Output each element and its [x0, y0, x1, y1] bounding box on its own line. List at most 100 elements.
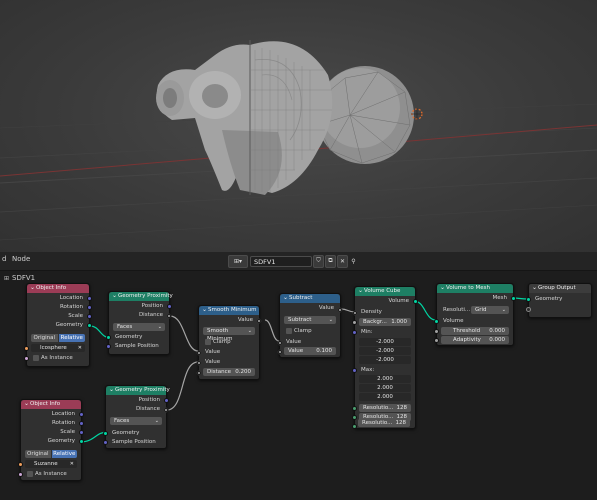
node-title[interactable]: Subtract	[280, 293, 340, 303]
3d-viewport[interactable]	[0, 0, 597, 252]
viewport-scene	[0, 40, 597, 241]
node-title[interactable]: Geometry Proximity	[106, 385, 170, 395]
node-object-info-2[interactable]: Object Info Location Rotation Scale Geom…	[18, 399, 84, 481]
socket-volume-in[interactable]	[434, 319, 439, 324]
value-field[interactable]: Value 0.100	[284, 347, 336, 355]
socket-geometry-in[interactable]	[103, 431, 108, 436]
node-object-info-1[interactable]: Object Info Location Rotation Scale Geom…	[24, 283, 92, 367]
min-y-field[interactable]: -2.000	[359, 347, 411, 355]
socket-location[interactable]	[87, 296, 92, 301]
node-smooth-minimum[interactable]: Smooth Minimum Value Smooth Minimum⌄ Cla…	[196, 305, 262, 380]
socket-rotation[interactable]	[87, 305, 92, 310]
output-volume: Volume	[388, 298, 409, 304]
operation-dropdown[interactable]: Subtract ⌄	[284, 316, 336, 324]
resolution-x-field[interactable]: Resolutio... 128	[359, 404, 411, 412]
socket-resolution-y[interactable]	[352, 415, 357, 420]
clamp-label: Clamp	[294, 328, 312, 334]
socket-min[interactable]	[352, 330, 357, 335]
max-x-field[interactable]: 2.000	[359, 375, 411, 383]
input-value-a: Value	[205, 349, 221, 355]
socket-resolution-x[interactable]	[352, 406, 357, 411]
socket-position[interactable]	[164, 398, 169, 403]
socket-threshold[interactable]	[434, 329, 439, 334]
socket-geometry[interactable]	[87, 323, 92, 328]
socket-as-instance[interactable]	[24, 356, 29, 361]
socket-geometry-in[interactable]	[526, 297, 531, 302]
as-instance-checkbox[interactable]	[27, 471, 33, 477]
distance-field[interactable]: Distance 0.200	[203, 368, 255, 376]
socket-scale[interactable]	[79, 430, 84, 435]
close-icon[interactable]: ✕	[70, 460, 74, 468]
link-distance-1	[169, 315, 199, 352]
background-field[interactable]: Backgr... 1.000	[359, 318, 411, 326]
max-y-field[interactable]: 2.000	[359, 384, 411, 392]
socket-value-a[interactable]	[196, 350, 202, 356]
target-dropdown[interactable]: Faces ⌄	[113, 323, 165, 331]
socket-resolution-z[interactable]	[352, 424, 357, 429]
object-field[interactable]: Icosphere ✕	[31, 344, 85, 352]
socket-value-b[interactable]	[196, 360, 202, 366]
object-field[interactable]: Suzanne ✕	[25, 460, 77, 468]
output-location: Location	[51, 411, 75, 417]
socket-background[interactable]	[352, 320, 357, 325]
clamp-checkbox[interactable]	[286, 328, 292, 334]
socket-sample-position[interactable]	[103, 440, 108, 445]
socket-distance[interactable]	[196, 370, 202, 376]
socket-object[interactable]	[24, 346, 29, 351]
close-icon[interactable]: ✕	[78, 344, 82, 352]
socket-mesh[interactable]	[511, 296, 516, 301]
node-geometry-proximity-2[interactable]: Geometry Proximity Position Distance Fac…	[103, 385, 170, 449]
socket-scale[interactable]	[87, 314, 92, 319]
socket-geometry[interactable]	[79, 439, 84, 444]
socket-volume[interactable]	[413, 299, 418, 304]
socket-location[interactable]	[79, 412, 84, 417]
node-group-output[interactable]: Group Output Geometry	[526, 283, 592, 318]
input-sample-position: Sample Position	[112, 439, 156, 445]
node-title[interactable]: Object Info	[27, 283, 89, 293]
socket-position[interactable]	[167, 304, 172, 309]
chevron-down-icon: ⌄	[501, 307, 506, 313]
socket-as-instance[interactable]	[18, 472, 23, 477]
node-volume-to-mesh[interactable]: Volume to Mesh Mesh Resoluti... Grid ⌄ Vo…	[434, 283, 516, 346]
node-title[interactable]: Volume Cube	[355, 286, 415, 296]
node-volume-cube[interactable]: Volume Cube Volume Density Backgr... 1.00…	[352, 286, 418, 429]
clamp-checkbox[interactable]	[205, 339, 211, 345]
operation-dropdown[interactable]: Smooth Minimum ⌄	[203, 327, 255, 342]
node-subtract[interactable]: Subtract Value Subtract ⌄ Clamp Value Val…	[277, 293, 343, 358]
node-title[interactable]: Geometry Proximity	[109, 291, 173, 301]
node-editor[interactable]: d Node ⊞▾ SDFV1 ⛉ ⧉ ✕ ⚲ ⊞SDFV1 Object In…	[0, 252, 597, 500]
min-z-field[interactable]: -2.000	[359, 356, 411, 364]
resolution-dropdown[interactable]: Grid ⌄	[471, 306, 509, 314]
input-density: Density	[361, 309, 382, 315]
node-title[interactable]: Volume to Mesh	[437, 283, 513, 293]
chevron-down-icon: ⌄	[154, 418, 159, 424]
socket-adaptivity[interactable]	[434, 338, 439, 343]
node-title[interactable]: Group Output	[529, 283, 591, 293]
node-title[interactable]: Object Info	[21, 399, 81, 409]
original-button[interactable]: Original	[25, 450, 51, 458]
target-dropdown[interactable]: Faces ⌄	[110, 417, 162, 425]
output-value: Value	[318, 305, 334, 311]
socket-sample-position[interactable]	[106, 344, 111, 349]
node-title[interactable]: Smooth Minimum	[199, 305, 259, 315]
original-button[interactable]: Original	[31, 334, 58, 342]
relative-button[interactable]: Relative	[58, 334, 85, 342]
distance-value: 0.200	[235, 369, 251, 375]
node-geometry-proximity-1[interactable]: Geometry Proximity Position Distance Fac…	[106, 291, 173, 355]
max-z-field[interactable]: 2.000	[359, 393, 411, 401]
relative-button[interactable]: Relative	[51, 450, 77, 458]
socket-rotation[interactable]	[79, 421, 84, 426]
adaptivity-field[interactable]: Adaptivity 0.000	[441, 336, 509, 344]
socket-value-a[interactable]	[277, 340, 283, 346]
socket-empty[interactable]	[526, 307, 531, 312]
background-label: Backgr...	[363, 319, 387, 325]
socket-density[interactable]	[352, 310, 358, 316]
socket-object[interactable]	[18, 462, 23, 467]
socket-value-b[interactable]	[277, 349, 283, 355]
as-instance-checkbox[interactable]	[33, 355, 39, 361]
min-x-field[interactable]: -2.000	[359, 338, 411, 346]
socket-max[interactable]	[352, 368, 357, 373]
resolution-z-field[interactable]: Resolutio... 128	[358, 419, 410, 427]
socket-geometry-in[interactable]	[106, 335, 111, 340]
threshold-field[interactable]: Threshold 0.000	[441, 327, 509, 335]
